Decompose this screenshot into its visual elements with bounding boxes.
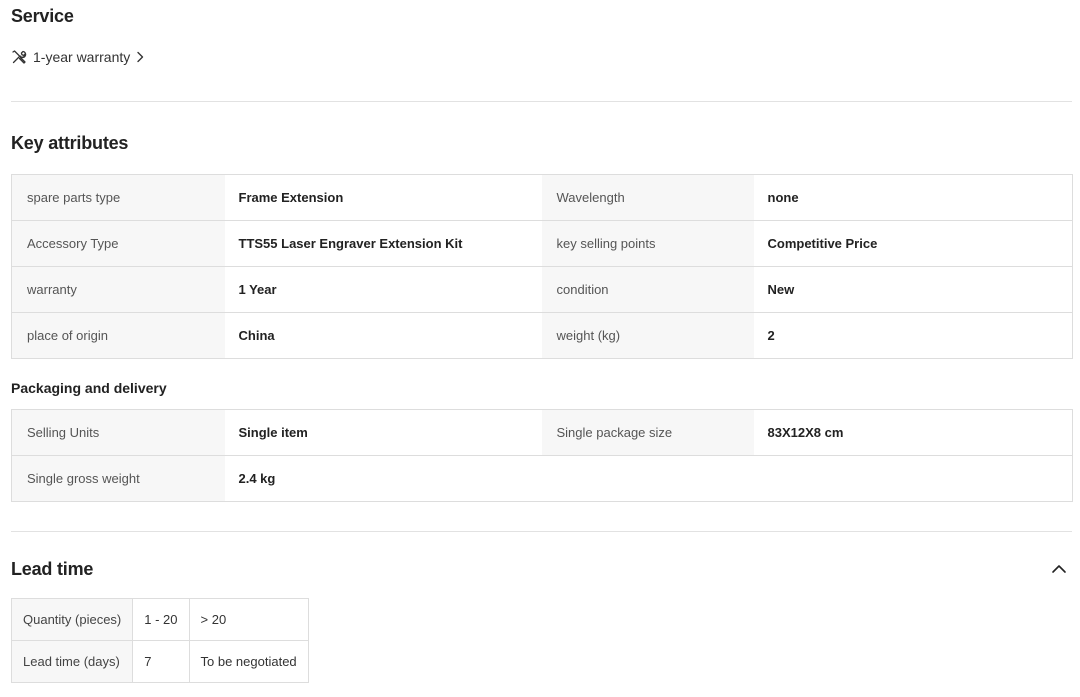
warranty-link-label: 1-year warranty [33,49,131,65]
attr-value: 1 Year [224,266,542,313]
table-row: Accessory Type TTS55 Laser Engraver Exte… [11,220,1073,267]
lead-header-range: 1 - 20 [132,598,190,641]
divider [11,531,1072,532]
table-row: warranty 1 Year condition New [11,266,1073,313]
attr-key: place of origin [11,312,225,359]
empty-cell [541,455,754,502]
warranty-link[interactable]: 1-year warranty [11,48,144,66]
attr-key: key selling points [541,220,754,267]
attr-value: 83X12X8 cm [753,409,1073,456]
attr-value: none [753,174,1073,221]
attr-key: Wavelength [541,174,754,221]
packaging-title: Packaging and delivery [11,380,167,396]
attr-value: 2 [753,312,1073,359]
table-row: Selling Units Single item Single package… [11,409,1073,456]
chevron-up-icon[interactable] [1050,562,1068,576]
attr-value: TTS55 Laser Engraver Extension Kit [224,220,542,267]
attr-key: warranty [11,266,225,313]
table-row: Lead time (days) 7 To be negotiated [10,640,309,683]
lead-time-table: Quantity (pieces) 1 - 20 > 20 Lead time … [10,598,309,683]
attr-value: Single item [224,409,542,456]
attr-key: spare parts type [11,174,225,221]
divider [11,101,1072,102]
lead-row-value: 7 [132,640,190,683]
tools-icon [11,49,27,65]
attr-key: Accessory Type [11,220,225,267]
lead-row-label: Lead time (days) [10,640,134,683]
lead-row-value: To be negotiated [188,640,309,683]
key-attributes-table: spare parts type Frame Extension Wavelen… [11,174,1073,359]
attr-value: Competitive Price [753,220,1073,267]
empty-cell [753,455,1073,502]
attr-key: Single gross weight [11,455,225,502]
lead-header-range: > 20 [188,598,309,641]
table-row: place of origin China weight (kg) 2 [11,312,1073,359]
attr-key: Selling Units [11,409,225,456]
table-row: spare parts type Frame Extension Wavelen… [11,174,1073,221]
key-attributes-title: Key attributes [11,133,129,153]
attr-key: condition [541,266,754,313]
packaging-table: Selling Units Single item Single package… [11,409,1073,502]
chevron-right-icon [136,51,144,63]
lead-time-title: Lead time [11,559,94,579]
attr-key: weight (kg) [541,312,754,359]
attr-value: New [753,266,1073,313]
service-title: Service [11,6,74,26]
lead-header-label: Quantity (pieces) [10,598,134,641]
attr-value: 2.4 kg [224,455,542,502]
attr-key: Single package size [541,409,754,456]
table-row: Single gross weight 2.4 kg [11,455,1073,502]
attr-value: Frame Extension [224,174,542,221]
attr-value: China [224,312,542,359]
table-row: Quantity (pieces) 1 - 20 > 20 [10,598,309,641]
